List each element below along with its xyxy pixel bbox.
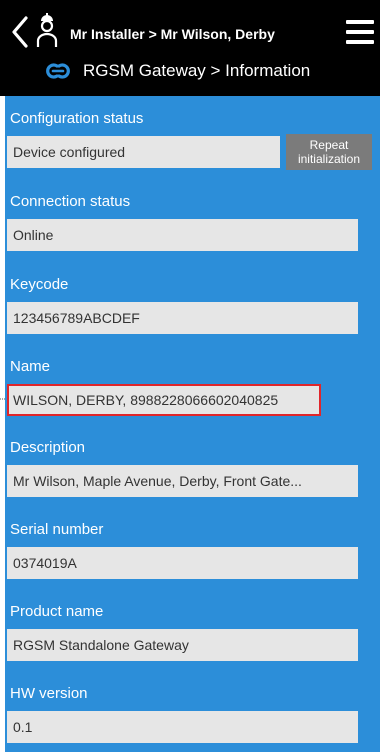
information-panel: Configuration status Device configured R…: [5, 96, 380, 752]
hamburger-menu-icon[interactable]: [346, 20, 374, 44]
product-name-value: RGSM Standalone Gateway: [7, 629, 358, 661]
configuration-status-value: Device configured: [7, 136, 280, 168]
connection-status-label: Connection status: [10, 193, 131, 210]
serial-number-label: Serial number: [10, 521, 104, 538]
connection-status-value: Online: [7, 219, 358, 251]
app-screen: Mr Installer > Mr Wilson, Derby RGSM Gat…: [0, 0, 380, 752]
repeat-button-line2: initialization: [297, 152, 361, 166]
repeat-button-line1: Repeat: [309, 138, 349, 152]
pointer-marker: [0, 398, 5, 400]
gateway-link-icon: [46, 63, 70, 79]
serial-number-value: 0374019A: [7, 547, 358, 579]
page-subtitle: RGSM Gateway > Information: [83, 61, 311, 80]
hw-version-value: 0.1: [7, 711, 358, 743]
description-label: Description: [10, 439, 86, 456]
installer-person-icon: [36, 13, 58, 47]
product-name-label: Product name: [10, 603, 104, 620]
keycode-value: 123456789ABCDEF: [7, 302, 358, 334]
chevron-left-icon[interactable]: [10, 16, 30, 48]
keycode-label: Keycode: [10, 276, 69, 293]
breadcrumb: Mr Installer > Mr Wilson, Derby: [70, 26, 275, 42]
name-value[interactable]: WILSON, DERBY, 8988228066602040825: [7, 384, 321, 416]
description-value[interactable]: Mr Wilson, Maple Avenue, Derby, Front Ga…: [7, 465, 358, 497]
configuration-status-label: Configuration status: [10, 110, 144, 127]
app-header: Mr Installer > Mr Wilson, Derby RGSM Gat…: [0, 0, 380, 96]
hw-version-label: HW version: [10, 685, 88, 702]
name-label: Name: [10, 358, 51, 375]
repeat-initialization-button[interactable]: Repeat initialization: [286, 134, 372, 170]
